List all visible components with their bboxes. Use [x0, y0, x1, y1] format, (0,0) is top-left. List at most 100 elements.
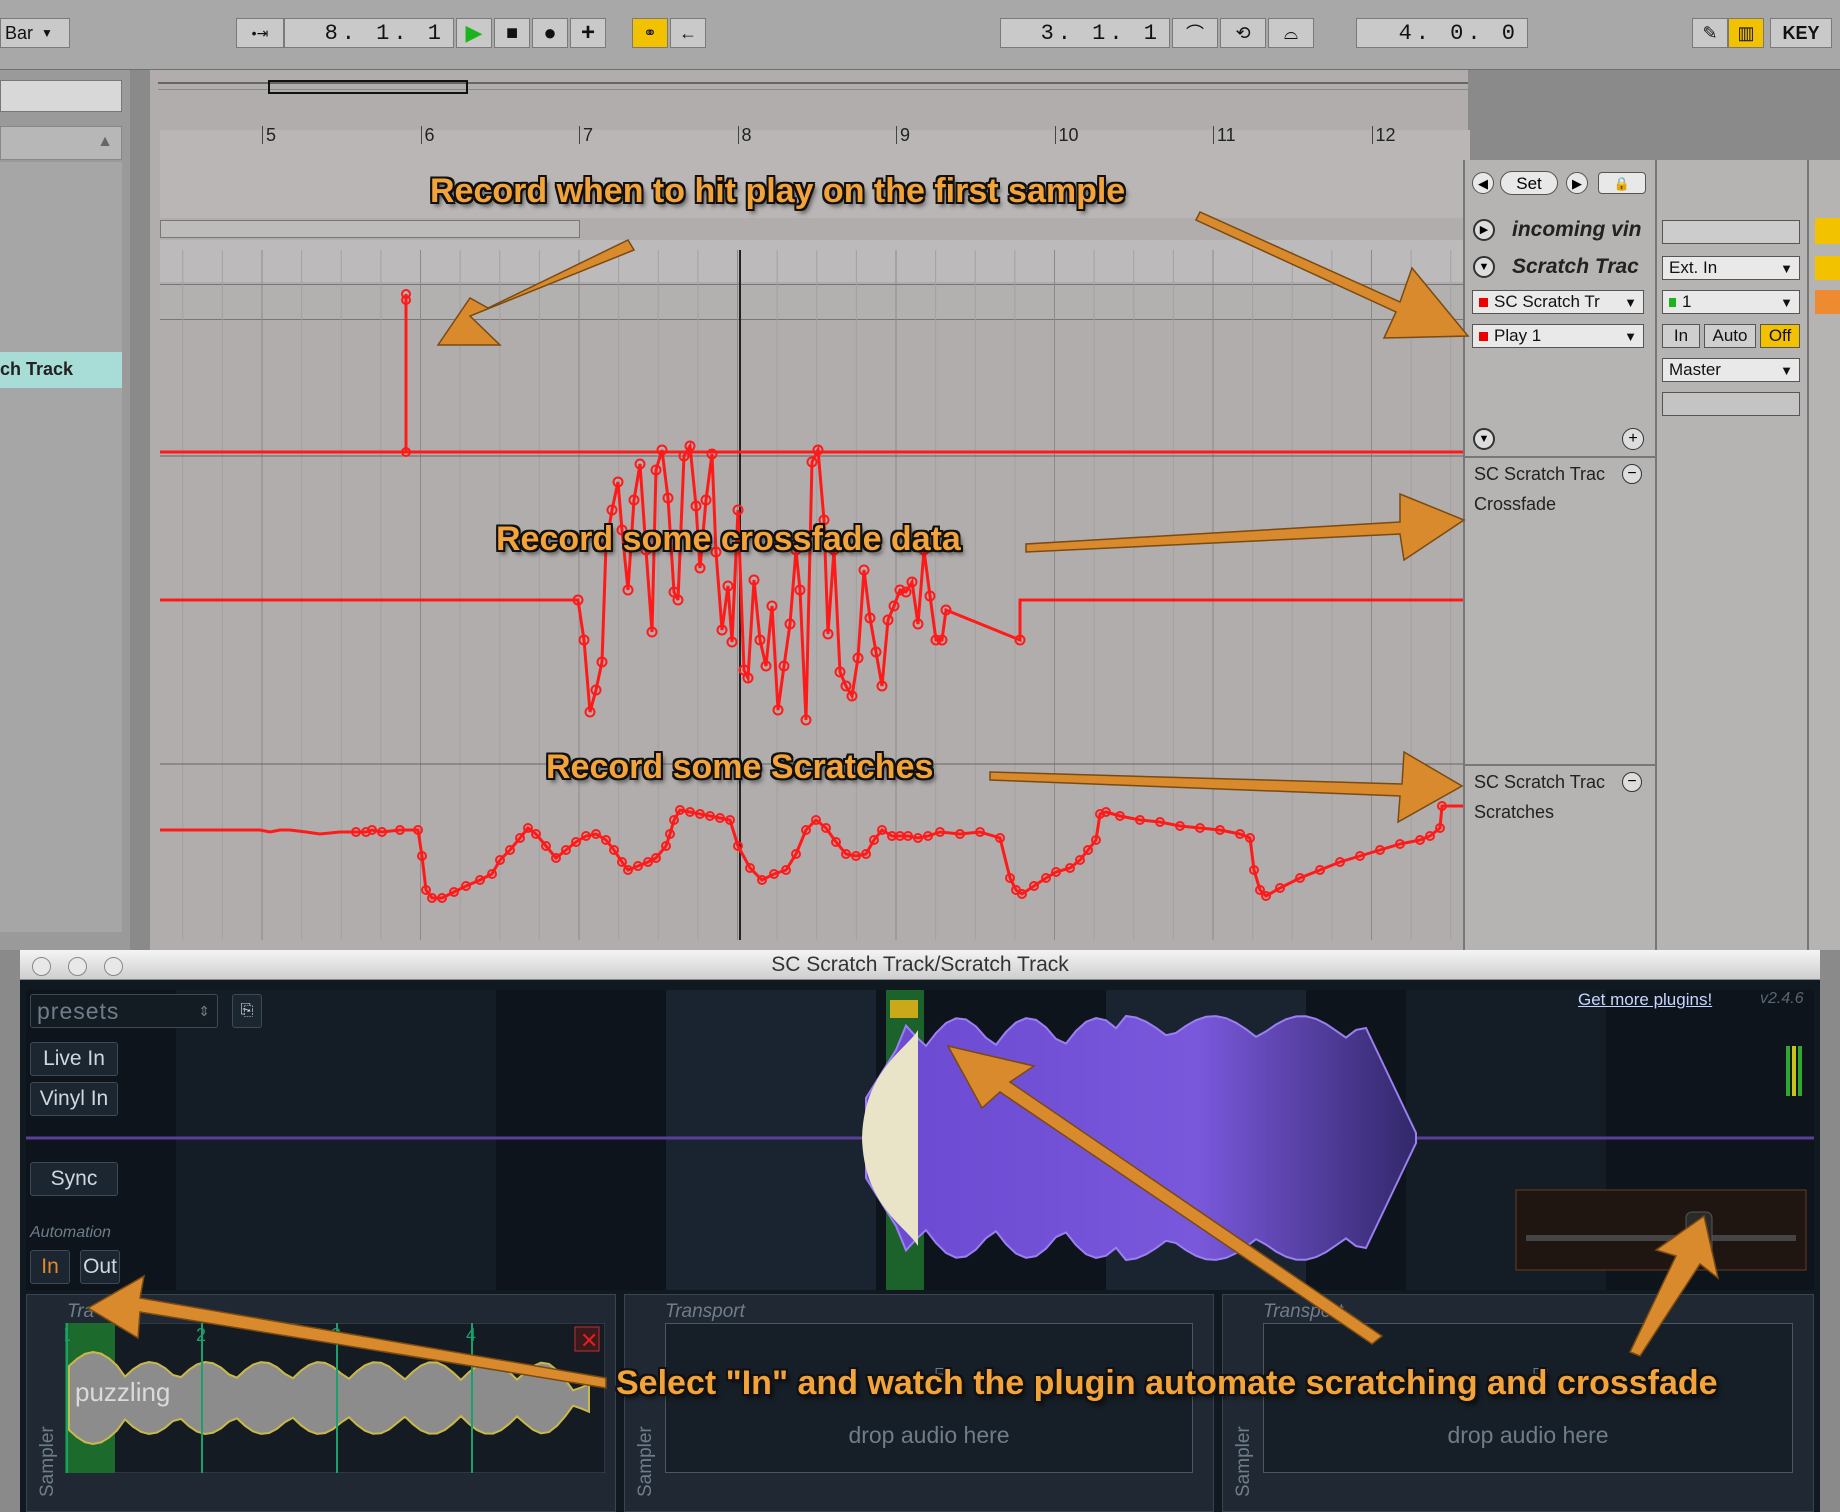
monitor-in-button[interactable]: In	[1662, 324, 1700, 348]
remove-lane-icon[interactable]: −	[1622, 772, 1642, 792]
track-color-yellow	[1815, 256, 1840, 280]
get-more-plugins-link[interactable]: Get more plugins!	[1578, 990, 1712, 1010]
zoom-icon[interactable]	[104, 957, 123, 976]
version-label: v2.4.6	[1760, 990, 1804, 1007]
panel-title: Transport	[665, 1301, 745, 1322]
input-channel-chooser[interactable]: 1 ▼	[1662, 290, 1800, 314]
automation-arm-button[interactable]: ⚭	[632, 18, 668, 48]
ruler-bar-label: 7	[579, 126, 593, 144]
scratches-lane-device: SC Scratch Trac	[1474, 772, 1606, 792]
browser-list[interactable]	[0, 162, 122, 932]
punch-in-icon: ⌒	[1186, 24, 1204, 44]
quantize-label: Bar	[5, 22, 34, 43]
scratch-track-name[interactable]: Scratch Trac	[1512, 255, 1639, 279]
sampler-panel-3: Transport Sampler ▭ drop audio here	[1222, 1294, 1814, 1512]
crossfade-lane-device: SC Scratch Trac	[1474, 464, 1606, 484]
browser-panel: ▲ ch Track	[0, 70, 130, 950]
follow-button[interactable]: •⇥	[236, 18, 284, 48]
midi-map-button[interactable]: ▥	[1728, 18, 1764, 48]
record-button[interactable]: ●	[532, 18, 568, 48]
deck-waveform-display[interactable]	[26, 990, 1814, 1290]
remove-lane-icon[interactable]: −	[1622, 464, 1642, 484]
scroll-up-icon[interactable]: ▲	[97, 133, 113, 151]
lock-button[interactable]: 🔒	[1598, 172, 1646, 194]
arrow-left-icon: ◀	[1478, 176, 1488, 191]
loop-length[interactable]: 4. 0. 0	[1356, 18, 1528, 48]
piano-icon: ▥	[1737, 22, 1755, 43]
param-color-icon	[1479, 331, 1488, 341]
follow-icon: •⇥	[251, 24, 269, 41]
close-icon[interactable]: ✕	[580, 1328, 598, 1353]
monitor-off-button[interactable]: Off	[1760, 324, 1800, 348]
automation-out-button[interactable]: Out	[80, 1250, 120, 1284]
automation-label: Automation	[30, 1224, 111, 1241]
ruler-bar-label: 9	[896, 126, 910, 144]
loop-start[interactable]: 3. 1. 1	[1000, 18, 1170, 48]
overdub-button[interactable]: +	[570, 18, 606, 48]
chevron-down-icon: ▼	[1624, 294, 1637, 310]
overview-window[interactable]	[268, 80, 468, 94]
key-map-button[interactable]: KEY	[1770, 18, 1832, 48]
back-to-arrangement-button[interactable]: ←	[670, 18, 706, 48]
automation-lanes[interactable]	[160, 250, 1463, 940]
plugin-titlebar[interactable]: SC Scratch Track/Scratch Track	[20, 950, 1820, 980]
ruler-bar-label: 12	[1371, 126, 1396, 144]
output-label: Master	[1669, 360, 1721, 379]
input-type-label: Ext. In	[1669, 258, 1718, 277]
add-lane-icon[interactable]: +	[1622, 428, 1644, 450]
panel-vertical-label: Sampler	[37, 1426, 58, 1497]
incoming-io-box[interactable]	[1662, 220, 1800, 244]
draw-mode-button[interactable]: ✎	[1692, 18, 1728, 48]
crossfader[interactable]	[1515, 1189, 1807, 1271]
sample-marker-label: 2	[196, 1325, 206, 1345]
sampler-panel-1: Tra Sampler 1 2 3 4 puzzling ✕	[26, 1294, 616, 1512]
ruler-bar-label: 5	[262, 126, 276, 144]
prev-locator-button[interactable]: ◀	[1472, 172, 1494, 194]
automation-device-chooser[interactable]: SC Scratch Tr ▼	[1472, 290, 1644, 314]
punch-out-button[interactable]: ⌓	[1268, 18, 1314, 48]
next-locator-button[interactable]: ▶	[1566, 172, 1588, 194]
scratch-track-fold-icon[interactable]: ▼	[1473, 256, 1495, 278]
track-color-orange	[1815, 290, 1840, 314]
presets-menu[interactable]: presets ⇕	[30, 994, 218, 1028]
incoming-track-name[interactable]: incoming vin	[1512, 218, 1642, 242]
panel-title: Transport	[1263, 1301, 1343, 1322]
ruler-bar-label: 11	[1213, 126, 1236, 144]
play-button[interactable]: ▶	[456, 18, 492, 48]
sample-waveform[interactable]: 1 2 3 4 puzzling ✕	[65, 1323, 605, 1473]
drop-audio-text: drop audio here	[848, 1422, 1010, 1448]
output-channel-box[interactable]	[1662, 392, 1800, 416]
automation-in-button[interactable]: In	[30, 1250, 70, 1284]
minimize-icon[interactable]	[68, 957, 87, 976]
stop-button[interactable]: ■	[494, 18, 530, 48]
punch-in-button[interactable]: ⌒	[1172, 18, 1218, 48]
save-icon: ⎘	[240, 1002, 254, 1019]
save-preset-button[interactable]: ⎘	[232, 994, 262, 1028]
output-chooser[interactable]: Master ▼	[1662, 358, 1800, 382]
automation-out-label: Out	[83, 1255, 117, 1278]
browser-item-selected[interactable]: ch Track	[0, 352, 122, 388]
input-type-chooser[interactable]: Ext. In ▼	[1662, 256, 1800, 280]
sync-button[interactable]: Sync	[30, 1162, 118, 1196]
loop-length-value: 4. 0. 0	[1398, 20, 1519, 46]
live-in-button[interactable]: Live In	[30, 1042, 118, 1076]
incoming-track-play-icon[interactable]: ▶	[1473, 219, 1495, 241]
ruler-bar-label: 8	[737, 126, 752, 144]
sample-name: puzzling	[75, 1377, 170, 1407]
chevron-down-icon: ▼	[1780, 294, 1793, 310]
set-locator-button[interactable]: Set	[1500, 171, 1558, 195]
punch-out-icon: ⌓	[1283, 22, 1299, 43]
browser-search[interactable]	[0, 80, 122, 112]
loop-switch[interactable]: ⟲	[1220, 18, 1266, 48]
close-icon[interactable]	[32, 957, 51, 976]
lanes-fold-icon[interactable]: ▼	[1473, 428, 1495, 450]
panel-vertical-label: Sampler	[635, 1426, 656, 1497]
automation-param-chooser[interactable]: Play 1 ▼	[1472, 324, 1644, 348]
browser-item-label: ch Track	[0, 359, 74, 379]
monitor-auto-button[interactable]: Auto	[1704, 324, 1756, 348]
monitor-auto-label: Auto	[1712, 326, 1748, 345]
loop-brace[interactable]	[160, 220, 580, 238]
quantize-menu[interactable]: Bar ▼	[0, 18, 70, 48]
vinyl-in-button[interactable]: Vinyl In	[30, 1082, 118, 1116]
arrangement-position[interactable]: 8. 1. 1	[284, 18, 454, 48]
